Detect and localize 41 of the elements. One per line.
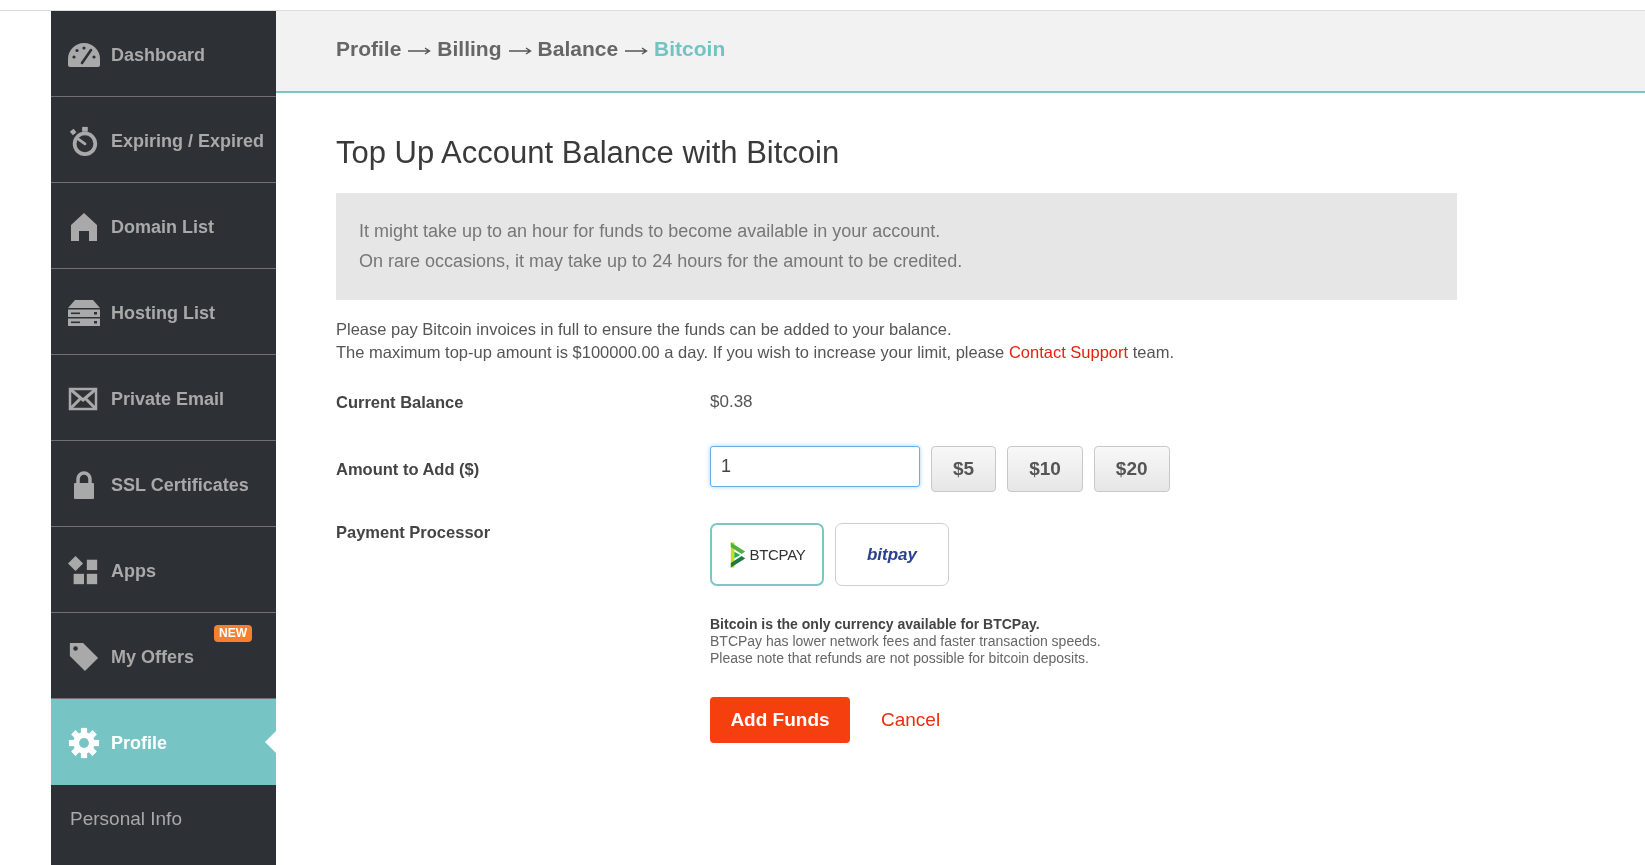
active-indicator-icon bbox=[265, 730, 276, 753]
field-label: Current Balance bbox=[336, 392, 465, 413]
notification-badge: NEW bbox=[214, 625, 252, 642]
preset-amount-button[interactable]: $20 bbox=[1093, 446, 1170, 492]
sidebar-item[interactable]: SSL Certificates bbox=[51, 441, 276, 527]
arrow-icon bbox=[507, 46, 532, 56]
breadcrumb-item[interactable]: Profile bbox=[336, 37, 402, 61]
sidebar-item[interactable]: Hosting List bbox=[51, 269, 276, 355]
server-icon bbox=[66, 297, 102, 329]
amount-input[interactable]: 1 bbox=[710, 446, 920, 487]
notice-text: It might take up to an hour for funds to become available in your account. bbox=[359, 220, 942, 243]
notice-text: On rare occasions, it may take up to 24 hours for the amount to be credited. bbox=[359, 250, 964, 273]
instructions-text: Please pay Bitcoin invoices in full to ensure the funds can be added to your balance. bbox=[336, 319, 953, 340]
add-funds-button[interactable]: Add Funds bbox=[710, 697, 850, 743]
note-text: BTCPay has lower network fees and faster transaction speeds. bbox=[710, 633, 1101, 650]
balance-value: $0.38 bbox=[710, 391, 753, 413]
sidebar-item[interactable]: Dashboard bbox=[51, 11, 276, 97]
breadcrumb-item: Bitcoin bbox=[654, 37, 726, 61]
logo-icon bbox=[728, 539, 747, 570]
instructions-text: The maximum top-up amount is $100000.00 a day. If you wish to increase your limit, please Contact Support team. bbox=[336, 342, 1175, 363]
arrow-icon bbox=[624, 46, 649, 56]
field-label: Amount to Add ($) bbox=[336, 459, 481, 479]
cancel-link[interactable]: Cancel bbox=[881, 709, 941, 731]
processor-option[interactable]: bitpay bbox=[835, 523, 949, 586]
sidebar-item[interactable]: Expiring / Expired bbox=[51, 97, 276, 183]
note-text: Please note that refunds are not possible for bitcoin deposits. bbox=[710, 650, 1090, 667]
gear-icon bbox=[66, 727, 102, 759]
field-label: Payment Processor bbox=[336, 522, 492, 542]
breadcrumb-item[interactable]: Balance bbox=[537, 37, 619, 61]
page-title: Top Up Account Balance with Bitcoin bbox=[336, 134, 841, 171]
breadcrumb-item[interactable]: Billing bbox=[437, 37, 502, 61]
arrow-icon bbox=[407, 46, 432, 56]
preset-amount-button[interactable]: $10 bbox=[1007, 446, 1083, 492]
submenu-item[interactable]: Personal Info bbox=[51, 785, 276, 830]
preset-amount-button[interactable]: $5 bbox=[931, 446, 997, 492]
sidebar-item[interactable]: Apps bbox=[51, 527, 276, 613]
note-title: Bitcoin is the only currency available for BTCPay. bbox=[710, 616, 1041, 633]
contact-support-link[interactable]: Contact Support bbox=[1008, 343, 1129, 361]
sidebar-item[interactable]: Domain List bbox=[51, 183, 276, 269]
processor-option[interactable]: BTCPAY bbox=[710, 523, 824, 586]
sidebar-item[interactable]: Private Email bbox=[51, 355, 276, 441]
